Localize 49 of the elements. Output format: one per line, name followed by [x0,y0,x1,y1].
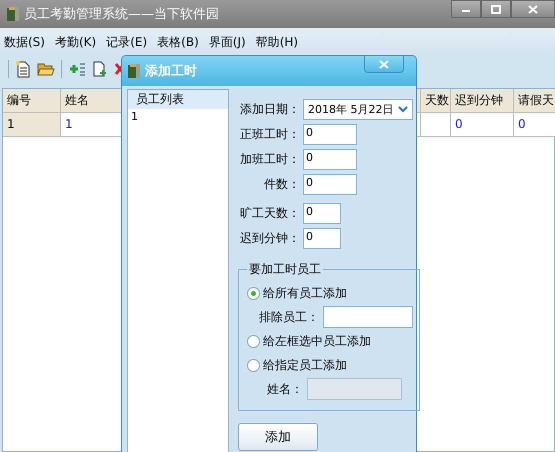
column-header: 迟到分钟 [451,89,514,113]
maximize-button[interactable] [481,0,511,18]
column-header: 天数 [421,89,451,113]
menu-item[interactable]: 数据(S) [4,34,45,50]
field-label: 迟到分钟： [239,230,300,247]
folder-icon[interactable] [37,61,55,77]
radio-option[interactable]: 给指定员工添加 [247,354,413,376]
field-label: 姓名： [266,380,303,398]
chevron-down-icon [398,106,408,113]
input-field[interactable]: 0 [303,174,357,195]
input-field[interactable]: 0 [303,203,341,224]
field-label: 加班工时： [239,151,300,168]
add-list-icon[interactable] [68,61,86,77]
close-icon [379,60,389,68]
close-icon [528,4,538,14]
date-picker[interactable]: 2018年 5月22日 [303,99,413,120]
table-cell: 0 [514,113,555,137]
document-plus-icon[interactable] [92,60,108,78]
input-field[interactable] [323,306,413,328]
menu-item[interactable]: 表格(B) [157,34,199,50]
input-field[interactable]: 0 [303,228,341,249]
book-icon [127,63,141,79]
column-header: 请假天 [514,89,555,113]
table-cell: 0 [451,113,514,137]
list-header: 员工列表 [128,90,228,109]
window-title: 员工考勤管理系统——当下软件园 [24,6,219,23]
column-header: 编号 [3,89,61,113]
menu-item[interactable]: 界面(J) [208,34,246,50]
maximize-icon [491,4,501,14]
radio-option[interactable]: 给所有员工添加 [247,282,413,304]
close-button[interactable] [511,0,555,18]
menu-item[interactable]: 记录(E) [106,34,148,50]
input-field[interactable]: 0 [303,149,357,170]
radio-option[interactable]: 给左框选中员工添加 [247,330,413,352]
field-label: 排除员工： [258,308,319,326]
close-button[interactable] [364,56,404,73]
table-cell [421,113,451,137]
input-field[interactable]: 0 [303,124,357,145]
group-title: 要加工时员工 [248,261,322,278]
menu-item[interactable]: 帮助(H) [256,34,298,50]
dialog-title: 添加工时 [145,63,197,80]
field-label: 旷工天数： [239,205,300,222]
table-cell: 1 [3,113,61,137]
new-document-icon[interactable] [15,60,31,78]
minimize-button[interactable] [451,0,481,18]
field-label: 件数： [263,176,300,193]
add-button[interactable]: 添加 [238,423,318,451]
book-icon [6,6,20,22]
menu-item[interactable]: 考勤(K) [54,34,96,50]
